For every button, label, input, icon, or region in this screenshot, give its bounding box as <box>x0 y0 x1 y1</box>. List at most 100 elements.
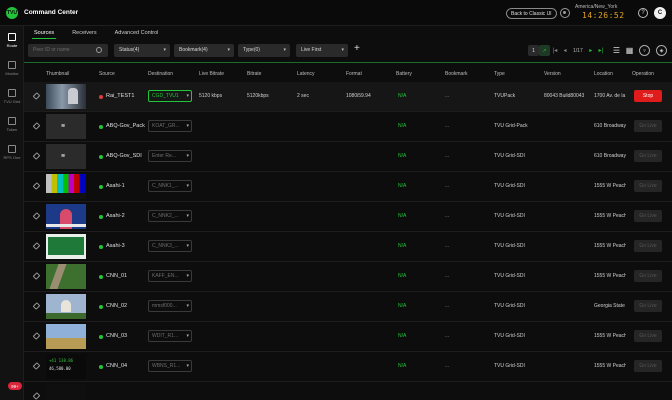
bookmark-link[interactable]: ... <box>445 183 449 189</box>
go-live-button[interactable]: Go Live <box>634 300 662 312</box>
go-live-button[interactable]: Go Live <box>634 120 662 132</box>
sidebar-item-route[interactable]: Route <box>0 26 24 54</box>
thumbnail[interactable]: ≋ <box>46 114 86 139</box>
destination-select[interactable]: KOAT_GR... ▾ <box>148 120 192 132</box>
pin-icon[interactable] <box>32 272 41 280</box>
page-number-box[interactable]: 1 <box>528 45 539 56</box>
table-row[interactable]: ≋ ABQ-Gov_Pack KOAT_GR... ▾ N/A... TVU Grid-P… <box>24 112 672 142</box>
pin-icon[interactable] <box>32 92 41 100</box>
destination-select[interactable]: CGD_TVU1 ▾ <box>148 90 192 102</box>
destination-select[interactable]: KAFF_EN... ▾ <box>148 270 192 282</box>
thumbnail[interactable] <box>46 294 86 319</box>
settings-diamond-icon[interactable]: ◈ <box>656 45 667 56</box>
thumbnail[interactable] <box>46 204 86 229</box>
table-row[interactable]: CNN_03 WDIT_R1... ▾ N/A... TVU Grid-SDI 1555 … <box>24 322 672 352</box>
last-page-icon[interactable]: ▸| <box>596 45 606 56</box>
pin-icon[interactable] <box>32 182 41 190</box>
pin-icon[interactable] <box>32 242 41 250</box>
gear-icon[interactable] <box>560 8 570 18</box>
bookmark-link[interactable]: ... <box>445 273 449 279</box>
grid-view-icon[interactable]: ▦ <box>624 45 635 56</box>
type-filter-dropdown[interactable]: Type(0) ▾ <box>238 44 290 57</box>
table-row[interactable]: Asahi-1 C_NNK1_... ▾ N/A... TVU Grid-SDI 1555… <box>24 172 672 202</box>
col-live-bitrate[interactable]: Live Bitrate <box>199 71 224 77</box>
destination-select[interactable]: C_NNK2_... ▾ <box>148 210 192 222</box>
tab-advanced-control[interactable]: Advanced Control <box>115 26 159 39</box>
destination-select[interactable]: mmsf000... ▾ <box>148 300 192 312</box>
col-bitrate[interactable]: Bitrate <box>247 71 261 77</box>
table-row[interactable]: CNN_01 KAFF_EN... ▾ N/A... TVU Grid-SDI 1555 … <box>24 262 672 292</box>
notification-badge[interactable]: 99+ <box>8 382 22 390</box>
col-latency[interactable]: Latency <box>297 71 315 77</box>
col-source[interactable]: Source <box>99 71 115 77</box>
thumbnail[interactable] <box>46 174 86 199</box>
go-live-button[interactable]: Go Live <box>634 360 662 372</box>
pin-icon[interactable] <box>32 392 41 400</box>
table-row[interactable]: Asahi-3 C_NNK3_... ▾ N/A... TVU Grid-SDI 1555… <box>24 232 672 262</box>
go-live-button[interactable]: Go Live <box>634 330 662 342</box>
next-page-icon[interactable]: ▸ <box>586 45 596 56</box>
thumbnail[interactable] <box>46 234 86 259</box>
col-destination[interactable]: Destination <box>148 71 173 77</box>
col-bookmark[interactable]: Bookmark <box>445 71 468 77</box>
table-row[interactable]: +41 138.86 46,580.00 CNN_04 WBNS_R1... ▾ N/A.… <box>24 352 672 382</box>
thumbnail[interactable] <box>46 84 86 109</box>
bookmark-link[interactable]: ... <box>445 333 449 339</box>
bookmark-link[interactable]: ... <box>445 303 449 309</box>
col-version[interactable]: Version <box>544 71 561 77</box>
table-row[interactable] <box>24 382 672 400</box>
tab-sources[interactable]: Sources <box>31 26 57 39</box>
destination-select[interactable]: Enter Re... ▾ <box>148 150 192 162</box>
bookmark-filter-dropdown[interactable]: Bookmark(4) ▾ <box>174 44 234 57</box>
back-to-classic-button[interactable]: Back to Classic UI <box>506 8 557 19</box>
thumbnail[interactable]: +41 138.86 46,580.00 <box>46 354 86 379</box>
sidebar-item-token[interactable]: Token <box>0 110 24 138</box>
thumbnail[interactable] <box>46 324 86 349</box>
col-format[interactable]: Format <box>346 71 362 77</box>
pin-icon[interactable] <box>32 122 41 130</box>
go-live-button[interactable]: Go Live <box>634 240 662 252</box>
sort-dropdown[interactable]: Live First ▾ <box>296 44 348 57</box>
add-filter-button[interactable]: + <box>354 43 360 54</box>
pin-icon[interactable] <box>32 152 41 160</box>
search-icon[interactable] <box>96 47 102 53</box>
list-view-icon[interactable]: ☰ <box>611 45 622 56</box>
bookmark-link[interactable]: ... <box>445 213 449 219</box>
sidebar-item-monitor[interactable]: Monitor <box>0 54 24 82</box>
bookmark-link[interactable]: ... <box>445 363 449 369</box>
filter-icon[interactable]: ▿ <box>639 45 650 56</box>
destination-select[interactable]: WBNS_R1... ▾ <box>148 360 192 372</box>
go-live-button[interactable]: Go Live <box>634 150 662 162</box>
bookmark-link[interactable]: ... <box>445 123 449 129</box>
col-operation[interactable]: Operation <box>632 71 654 77</box>
bitrate-select[interactable]: 5120kbps <box>247 93 269 99</box>
status-filter-dropdown[interactable]: Status(4) ▾ <box>114 44 170 57</box>
pin-icon[interactable] <box>32 302 41 310</box>
pin-icon[interactable] <box>32 332 41 340</box>
go-live-button[interactable]: Go Live <box>634 210 662 222</box>
col-thumbnail[interactable]: Thumbnail <box>46 71 69 77</box>
bookmark-link[interactable]: ... <box>445 153 449 159</box>
destination-select[interactable]: WDIT_R1... ▾ <box>148 330 192 342</box>
help-icon[interactable]: ? <box>638 8 648 18</box>
sidebar-item-tvu-grid[interactable]: TVU Grid <box>0 82 24 110</box>
pin-icon[interactable] <box>32 212 41 220</box>
prev-page-icon[interactable]: ◂ <box>560 45 570 56</box>
go-live-button[interactable]: Go Live <box>634 270 662 282</box>
thumbnail[interactable] <box>46 264 86 289</box>
jump-page-icon[interactable]: ↗ <box>539 45 550 56</box>
col-battery[interactable]: Battery <box>396 71 412 77</box>
table-row[interactable]: ≋ ABQ-Gov_SDI Enter Re... ▾ N/A... TVU Grid-S… <box>24 142 672 172</box>
table-row[interactable]: Asahi-2 C_NNK2_... ▾ N/A... TVU Grid-SDI 1555… <box>24 202 672 232</box>
latency-select[interactable]: 2 sec <box>297 93 309 99</box>
pin-icon[interactable] <box>32 362 41 370</box>
tab-receivers[interactable]: Receivers <box>72 26 96 39</box>
thumbnail[interactable]: ≋ <box>46 144 86 169</box>
go-live-button[interactable]: Go Live <box>634 180 662 192</box>
col-type[interactable]: Type <box>494 71 505 77</box>
table-row[interactable]: Rai_TEST1 CGD_TVU1 ▾ 5120 kbps 5120kbps 2 sec… <box>24 82 672 112</box>
destination-select[interactable]: C_NNK3_... ▾ <box>148 240 192 252</box>
destination-select[interactable]: C_NNK1_... ▾ <box>148 180 192 192</box>
sidebar-item-rps-one[interactable]: RPS One <box>0 138 24 166</box>
table-row[interactable]: CNN_02 mmsf000... ▾ N/A... TVU Grid-SDI Georg… <box>24 292 672 322</box>
